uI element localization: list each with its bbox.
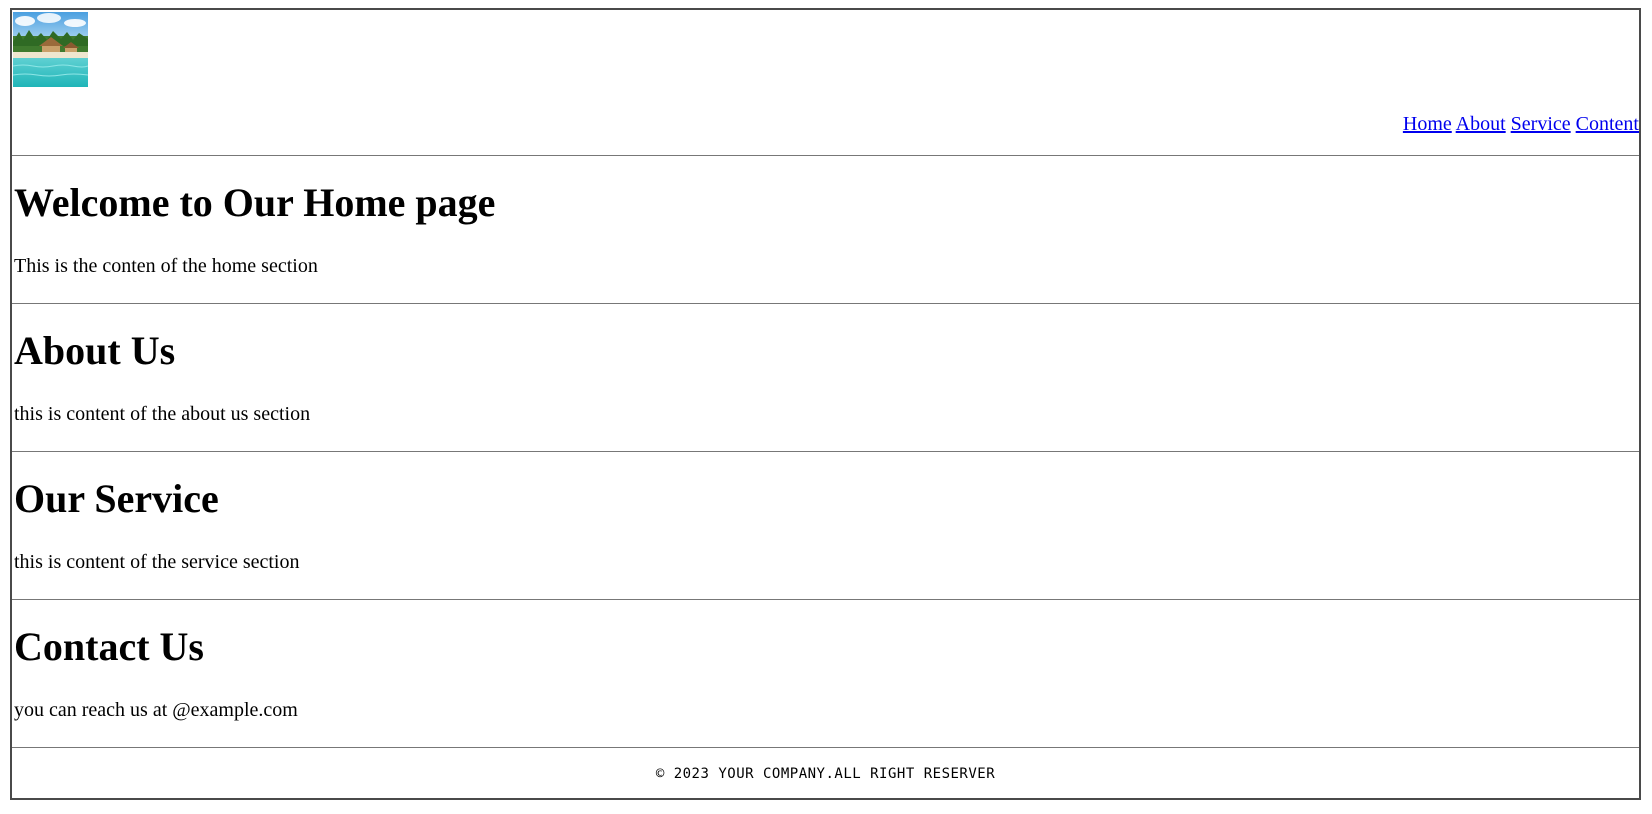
contact-text: you can reach us at @example.com [14,699,298,721]
service-title: Our Service [14,476,219,521]
contact-title: Contact Us [14,624,204,669]
home-section: Welcome to Our Home page This is the con… [12,156,1639,304]
about-section: About Us this is content of the about us… [12,304,1639,452]
contact-section: Contact Us you can reach us at @example.… [12,600,1639,748]
site-footer: © 2023 YOUR COMPANY.ALL RIGHT RESERVER [12,748,1639,798]
nav-link-home[interactable]: Home [1403,113,1452,135]
about-title: About Us [14,328,176,373]
about-text: this is content of the about us section [14,403,311,425]
logo-image [13,12,88,87]
copyright-text: © 2023 YOUR COMPANY.ALL RIGHT RESERVER [655,766,996,782]
nav-link-about[interactable]: About [1456,113,1506,135]
service-section: Our Service this is content of the servi… [12,452,1639,600]
home-text: This is the conten of the home section [14,255,318,277]
nav-link-content[interactable]: Content [1576,113,1639,135]
nav-link-service[interactable]: Service [1511,113,1571,135]
site-header: Home About Service Content [12,10,1639,156]
home-title: Welcome to Our Home page [14,180,496,225]
page-frame: Home About Service Content Welcome to Ou… [10,8,1641,800]
service-text: this is content of the service section [14,551,300,573]
main-nav: Home About Service Content [1403,113,1639,135]
